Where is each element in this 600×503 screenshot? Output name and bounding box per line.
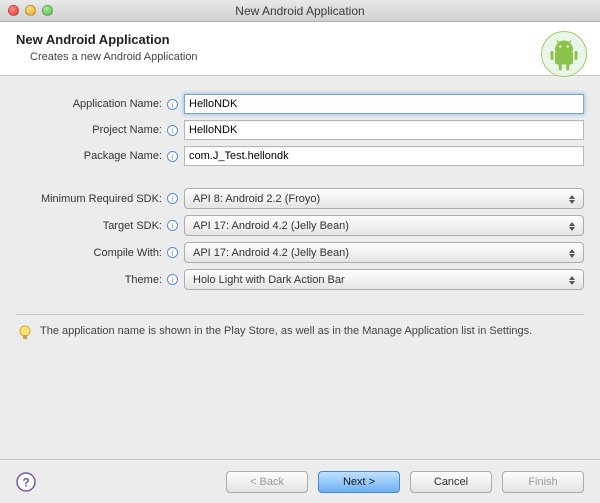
row-min-sdk: Minimum Required SDK: i API 8: Android 2… (16, 188, 584, 209)
wizard-header: New Android Application Creates a new An… (0, 22, 600, 76)
back-button[interactable]: < Back (226, 471, 308, 493)
target-sdk-select[interactable]: API 17: Android 4.2 (Jelly Bean) (184, 215, 584, 236)
label-package-name: Package Name: (16, 150, 166, 162)
cancel-button[interactable]: Cancel (410, 471, 492, 493)
info-icon[interactable]: i (166, 193, 178, 205)
row-theme: Theme: i Holo Light with Dark Action Bar (16, 269, 584, 290)
row-project-name: Project Name: i (16, 120, 584, 140)
svg-text:i: i (171, 195, 173, 204)
info-icon[interactable]: i (166, 150, 178, 162)
svg-text:i: i (171, 126, 173, 135)
chevron-updown-icon (566, 272, 578, 288)
package-name-input[interactable] (184, 146, 584, 166)
label-target-sdk: Target SDK: (16, 220, 166, 232)
row-package-name: Package Name: i (16, 146, 584, 166)
compile-with-value: API 17: Android 4.2 (Jelly Bean) (193, 247, 349, 259)
footer: ? < Back Next > Cancel Finish (0, 459, 600, 503)
label-application-name: Application Name: (16, 98, 166, 110)
titlebar: New Android Application (0, 0, 600, 22)
minimize-icon[interactable] (25, 5, 36, 16)
application-name-input[interactable] (184, 94, 584, 114)
info-icon[interactable]: i (166, 98, 178, 110)
min-sdk-value: API 8: Android 2.2 (Froyo) (193, 193, 320, 205)
label-min-sdk: Minimum Required SDK: (16, 193, 166, 205)
info-icon[interactable]: i (166, 274, 178, 286)
help-icon[interactable]: ? (16, 472, 36, 492)
android-icon (540, 30, 588, 78)
svg-text:i: i (171, 222, 173, 231)
window-controls (8, 5, 53, 16)
label-project-name: Project Name: (16, 124, 166, 136)
info-icon[interactable]: i (166, 124, 178, 136)
svg-text:i: i (171, 249, 173, 258)
hint-row: The application name is shown in the Pla… (0, 315, 600, 341)
page-title: New Android Application (16, 32, 584, 47)
label-theme: Theme: (16, 274, 166, 286)
info-icon[interactable]: i (166, 247, 178, 259)
window-title: New Android Application (235, 4, 364, 18)
chevron-updown-icon (566, 218, 578, 234)
svg-text:i: i (171, 100, 173, 109)
theme-select[interactable]: Holo Light with Dark Action Bar (184, 269, 584, 290)
svg-text:i: i (171, 276, 173, 285)
row-application-name: Application Name: i (16, 94, 584, 114)
row-target-sdk: Target SDK: i API 17: Android 4.2 (Jelly… (16, 215, 584, 236)
lightbulb-icon (18, 325, 32, 341)
finish-button[interactable]: Finish (502, 471, 584, 493)
min-sdk-select[interactable]: API 8: Android 2.2 (Froyo) (184, 188, 584, 209)
page-subtitle: Creates a new Android Application (30, 51, 584, 63)
compile-with-select[interactable]: API 17: Android 4.2 (Jelly Bean) (184, 242, 584, 263)
close-icon[interactable] (8, 5, 19, 16)
row-compile-with: Compile With: i API 17: Android 4.2 (Jel… (16, 242, 584, 263)
svg-text:i: i (171, 152, 173, 161)
form-area: Application Name: i Project Name: i Pack… (0, 76, 600, 304)
theme-value: Holo Light with Dark Action Bar (193, 274, 345, 286)
target-sdk-value: API 17: Android 4.2 (Jelly Bean) (193, 220, 349, 232)
zoom-icon[interactable] (42, 5, 53, 16)
info-icon[interactable]: i (166, 220, 178, 232)
hint-text: The application name is shown in the Pla… (40, 325, 532, 337)
svg-text:?: ? (22, 475, 29, 489)
chevron-updown-icon (566, 191, 578, 207)
next-button[interactable]: Next > (318, 471, 400, 493)
project-name-input[interactable] (184, 120, 584, 140)
label-compile-with: Compile With: (16, 247, 166, 259)
chevron-updown-icon (566, 245, 578, 261)
